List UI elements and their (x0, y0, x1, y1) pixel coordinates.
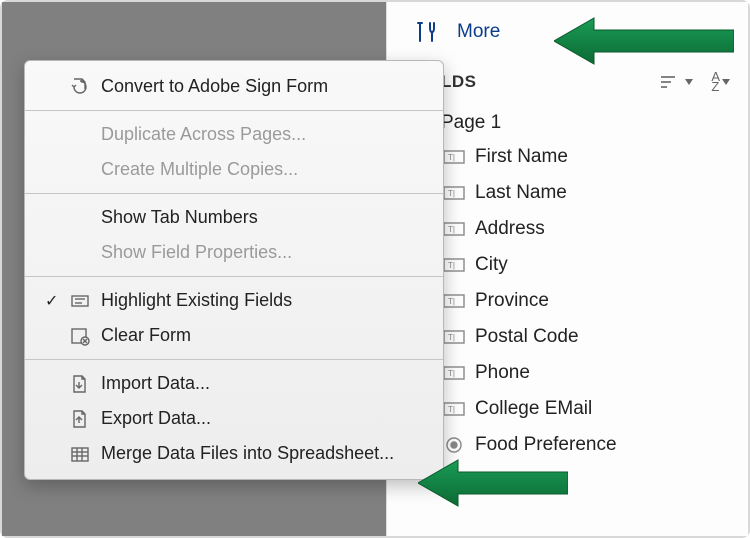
field-label: City (475, 254, 508, 276)
field-label: First Name (475, 146, 568, 168)
svg-text:T|: T| (448, 333, 455, 342)
menu-item-label: Duplicate Across Pages... (101, 124, 306, 145)
clear-form-icon (69, 325, 91, 347)
page-node[interactable]: Page 1 (413, 112, 730, 134)
tab-order-icon[interactable] (659, 74, 693, 90)
more-context-menu: Convert to Adobe Sign Form Duplicate Acro… (24, 60, 444, 480)
menu-item-label: Show Tab Numbers (101, 207, 258, 228)
menu-item: Create Multiple Copies... (25, 152, 443, 187)
menu-separator (25, 110, 443, 111)
field-item[interactable]: T| First Name (443, 146, 730, 168)
more-link[interactable]: More (457, 21, 500, 43)
svg-text:T|: T| (448, 405, 455, 414)
menu-item[interactable]: Clear Form (25, 318, 443, 353)
menu-item-label: Merge Data Files into Spreadsheet... (101, 443, 394, 464)
field-item[interactable]: T| Province (443, 290, 730, 312)
import-icon (69, 373, 91, 395)
menu-item-label: Show Field Properties... (101, 242, 292, 263)
menu-item[interactable]: Export Data... (25, 401, 443, 436)
menu-item: Show Field Properties... (25, 235, 443, 270)
menu-item[interactable]: Convert to Adobe Sign Form (25, 69, 443, 104)
text-field-icon: T| (443, 257, 465, 273)
menu-item: Duplicate Across Pages... (25, 117, 443, 152)
field-item[interactable]: Food Preference (443, 434, 730, 456)
field-label: College EMail (475, 398, 592, 420)
menu-item-label: Import Data... (101, 373, 210, 394)
menu-item-label: Highlight Existing Fields (101, 290, 292, 311)
page-label: Page 1 (441, 112, 501, 134)
text-field-icon: T| (443, 365, 465, 381)
field-item[interactable]: T| Phone (443, 362, 730, 384)
annotation-arrow-merge (418, 458, 568, 514)
tools-icon (413, 20, 441, 44)
text-field-icon: T| (443, 401, 465, 417)
svg-text:T|: T| (448, 369, 455, 378)
field-item[interactable]: T| College EMail (443, 398, 730, 420)
field-item[interactable]: T| Postal Code (443, 326, 730, 348)
field-label: Postal Code (475, 326, 579, 348)
radio-field-icon (443, 437, 465, 453)
svg-text:T|: T| (448, 261, 455, 270)
menu-item[interactable]: Show Tab Numbers (25, 200, 443, 235)
menu-item-label: Convert to Adobe Sign Form (101, 76, 328, 97)
menu-item-label: Create Multiple Copies... (101, 159, 298, 180)
annotation-arrow-more (554, 16, 734, 76)
merge-icon (69, 443, 91, 465)
svg-text:T|: T| (448, 153, 455, 162)
svg-text:T|: T| (448, 297, 455, 306)
menu-item-label: Clear Form (101, 325, 191, 346)
checkmark-icon: ✓ (45, 291, 58, 311)
field-label: Food Preference (475, 434, 617, 456)
field-label: Province (475, 290, 549, 312)
menu-item-label: Export Data... (101, 408, 211, 429)
text-field-icon: T| (443, 329, 465, 345)
menu-item[interactable]: Merge Data Files into Spreadsheet... (25, 436, 443, 471)
menu-item[interactable]: ✓ Highlight Existing Fields (25, 283, 443, 318)
text-field-icon: T| (443, 293, 465, 309)
menu-separator (25, 276, 443, 277)
menu-separator (25, 193, 443, 194)
export-icon (69, 408, 91, 430)
menu-item[interactable]: Import Data... (25, 366, 443, 401)
text-field-icon: T| (443, 221, 465, 237)
field-label: Address (475, 218, 545, 240)
field-item[interactable]: T| City (443, 254, 730, 276)
field-item[interactable]: T| Address (443, 218, 730, 240)
convert-icon (69, 76, 91, 98)
field-label: Last Name (475, 182, 567, 204)
field-item[interactable]: T| Last Name (443, 182, 730, 204)
field-list: T|First NameT|Last NameT|AddressT|CityT|… (413, 146, 730, 456)
field-label: Phone (475, 362, 530, 384)
menu-separator (25, 359, 443, 360)
highlight-icon (69, 290, 91, 312)
text-field-icon: T| (443, 185, 465, 201)
text-field-icon: T| (443, 149, 465, 165)
svg-text:T|: T| (448, 189, 455, 198)
svg-text:T|: T| (448, 225, 455, 234)
